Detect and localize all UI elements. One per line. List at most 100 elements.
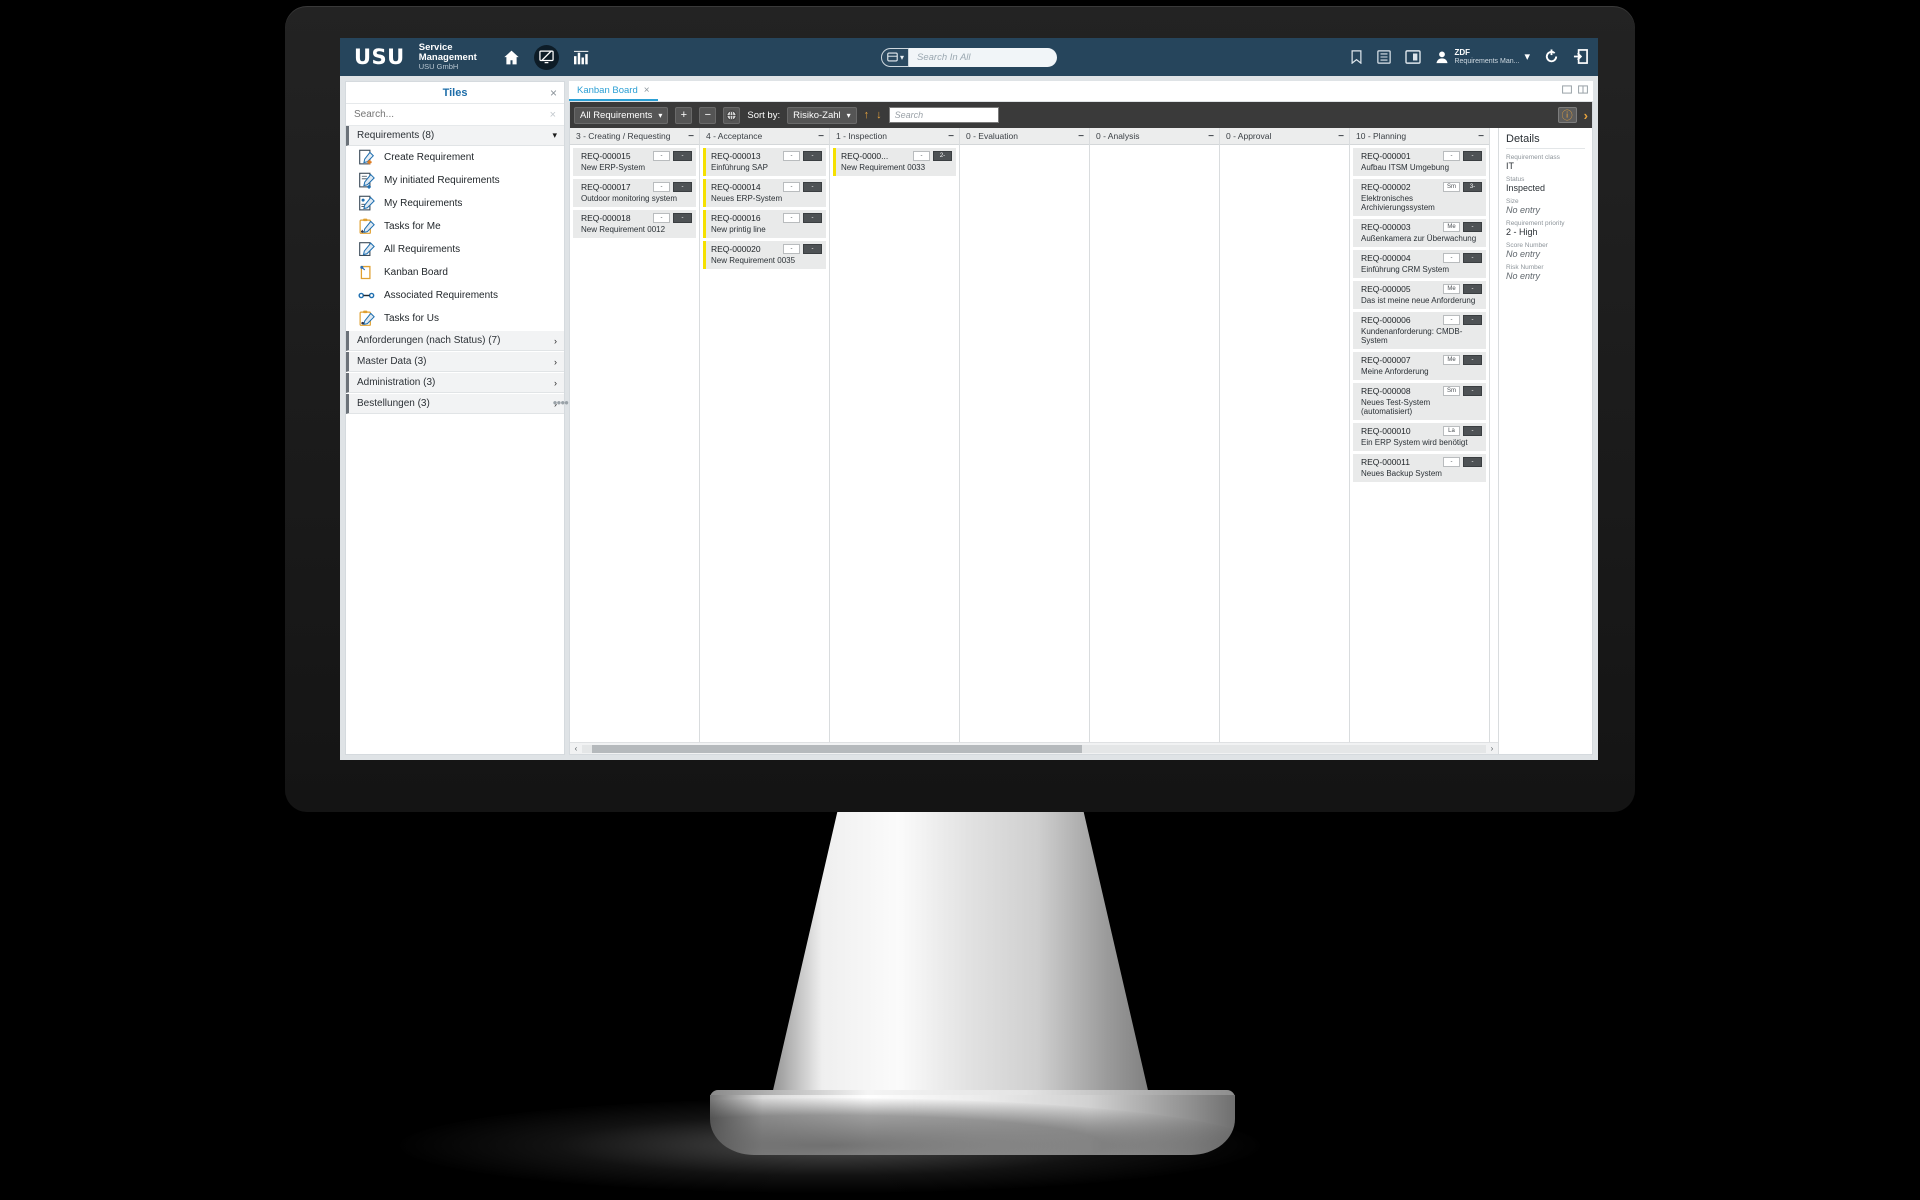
sidebar-group-1[interactable]: Anforderungen (nach Status) (7) › xyxy=(346,331,564,351)
sidebar-item-my-initiated-requirements[interactable]: My initiated Requirements xyxy=(346,169,564,192)
id-card-icon[interactable] xyxy=(1405,50,1422,64)
tasks-for-me-icon xyxy=(358,218,375,235)
kanban-card[interactable]: REQ-000016 - - New printig line xyxy=(703,210,826,238)
tiles-search: × xyxy=(346,104,564,126)
kanban-card[interactable]: REQ-000002 Sm 3- Elektronisches Archivierun… xyxy=(1353,179,1486,216)
list-icon[interactable] xyxy=(1377,50,1392,64)
sort-ascending-icon[interactable]: ↑ xyxy=(864,109,870,121)
filter-select[interactable]: All Requirements ▾ xyxy=(574,106,669,124)
kanban-card[interactable]: REQ-000006- - Kundenanforderung: CMDB-Syst… xyxy=(1353,312,1486,349)
add-button[interactable]: + xyxy=(675,106,693,124)
scrollbar-thumb[interactable] xyxy=(592,744,1082,753)
kanban-column: 0 - Analysis − xyxy=(1090,128,1220,742)
usu-logo[interactable]: USU xyxy=(354,45,405,69)
bookmark-icon[interactable] xyxy=(1350,50,1363,64)
card-title: Außenkamera zur Überwachung xyxy=(1361,234,1477,243)
kanban-card[interactable]: REQ-000005 Me - Das ist meine neue Anforder… xyxy=(1353,281,1486,309)
collapse-column-icon[interactable]: − xyxy=(1338,131,1344,142)
sidebar-item-my-requirements[interactable]: My Requirements xyxy=(346,192,564,215)
kanban-column: 0 - Approval − xyxy=(1220,128,1350,742)
sidebar-item-tasks-for-me[interactable]: Tasks for Me xyxy=(346,215,564,238)
card-badge-size: Me xyxy=(1443,355,1460,365)
detail-value: No entry xyxy=(1506,249,1541,259)
card-id: REQ-000005 xyxy=(1361,284,1411,294)
kanban-card[interactable]: REQ-000020- - New Requirement 0035 xyxy=(703,241,826,269)
detail-label: Score Number xyxy=(1506,242,1548,249)
board-search-input[interactable] xyxy=(888,107,999,123)
card-header: REQ-000014 - - xyxy=(706,179,826,194)
sidebar-item-label: Kanban Board xyxy=(384,267,448,278)
kanban-column: 10 - Planning − REQ-000001- - Aufbau ITSM Um… xyxy=(1350,128,1490,742)
kanban-card[interactable]: REQ-000003 Me - Außenkamera zur Überwachung xyxy=(1353,219,1486,247)
remove-button[interactable]: − xyxy=(699,106,717,124)
kanban-card[interactable]: REQ-000018- - New Requirement 0012 xyxy=(573,210,696,238)
panel-resize-handle[interactable]: ●●●● xyxy=(553,398,569,407)
kanban-card[interactable]: REQ-000001 - - Aufbau ITSM Umgebung xyxy=(1353,148,1486,176)
sidebar-item-all-requirements[interactable]: All Requirements xyxy=(346,238,564,261)
scrollbar-track[interactable] xyxy=(582,744,1486,753)
collapse-column-icon[interactable]: − xyxy=(1208,131,1214,142)
home-icon[interactable] xyxy=(503,50,520,65)
logout-icon[interactable] xyxy=(1573,49,1588,65)
restore-window-icon[interactable] xyxy=(1562,81,1572,99)
sidebar-item-label: My Requirements xyxy=(384,198,463,209)
collapse-column-icon[interactable]: − xyxy=(688,131,694,142)
sidebar-item-create-requirement[interactable]: Create Requirement xyxy=(346,146,564,169)
scroll-right-icon[interactable]: › xyxy=(1486,744,1498,753)
split-view-icon[interactable] xyxy=(1578,81,1588,99)
card-badge-size: - xyxy=(913,151,930,161)
kanban-card[interactable]: REQ-000015- - New ERP-System xyxy=(573,148,696,176)
card-badge-size: - xyxy=(783,151,800,161)
tasks-for-us-icon xyxy=(358,310,375,327)
bar-chart-icon[interactable] xyxy=(573,50,590,65)
close-icon[interactable]: × xyxy=(644,85,650,96)
monitor-edit-icon[interactable] xyxy=(533,44,559,70)
column-title: 0 - Evaluation xyxy=(966,131,1018,141)
collapse-column-icon[interactable]: − xyxy=(948,131,954,142)
card-badges: Me - xyxy=(1443,355,1482,365)
sort-select[interactable]: Risiko-Zahl ▾ xyxy=(787,106,857,124)
kanban-card[interactable]: REQ-000014- - Neues ERP-System xyxy=(703,179,826,207)
kanban-card[interactable]: REQ-000010 La - Ein ERP System wird benötig… xyxy=(1353,423,1486,451)
tab-kanban-board[interactable]: Kanban Board × xyxy=(569,85,658,101)
sidebar-group-2[interactable]: Master Data (3) › xyxy=(346,352,564,372)
refresh-icon[interactable] xyxy=(1544,49,1559,64)
globe-icon[interactable] xyxy=(723,106,741,124)
kanban-card[interactable]: REQ-000004 - - Einführung CRM System xyxy=(1353,250,1486,278)
screen-content: USU Service Management USU GmbH ▾ Search… xyxy=(340,38,1598,760)
search-scope-selector[interactable]: ▾ xyxy=(880,47,910,67)
card-id: REQ-000008 xyxy=(1361,386,1411,396)
column-header: 0 - Approval − xyxy=(1220,128,1349,145)
sidebar-group-4[interactable]: Bestellungen (3) › xyxy=(346,394,564,414)
sort-descending-icon[interactable]: ↓ xyxy=(876,109,882,121)
user-role: Requirements Man... xyxy=(1454,57,1520,65)
collapse-column-icon[interactable]: − xyxy=(818,131,824,142)
collapse-column-icon[interactable]: − xyxy=(1078,131,1084,142)
kanban-card[interactable]: REQ-000008 Sm - Neues Test-System (automati… xyxy=(1353,383,1486,420)
clear-icon[interactable]: × xyxy=(550,109,556,121)
kanban-card[interactable]: REQ-0000... -2- New Requirement 0033 xyxy=(833,148,956,176)
kanban-card[interactable]: REQ-000017 - - Outdoor monitoring system xyxy=(573,179,696,207)
global-search-input[interactable] xyxy=(909,47,1058,67)
user-menu[interactable]: ZDF Requirements Man... ▾ xyxy=(1435,48,1530,65)
expand-panel-icon[interactable]: › xyxy=(1584,108,1588,123)
kanban-card[interactable]: REQ-000011- - Neues Backup System xyxy=(1353,454,1486,482)
kanban-card[interactable]: REQ-000007 Me - Meine Anforderung xyxy=(1353,352,1486,380)
collapse-column-icon[interactable]: − xyxy=(1478,131,1484,142)
tiles-search-input[interactable] xyxy=(354,109,556,120)
all-requirements-icon xyxy=(358,241,375,258)
card-badges: -- xyxy=(1443,253,1482,263)
card-badge-size: - xyxy=(783,213,800,223)
close-icon[interactable]: × xyxy=(550,86,557,100)
chevron-down-icon: ▾ xyxy=(552,130,557,140)
sidebar-item-tasks-for-us[interactable]: Tasks for Us xyxy=(346,307,564,330)
warning-icon[interactable]: ⓘ xyxy=(1557,107,1577,123)
horizontal-scrollbar[interactable]: ‹ › xyxy=(570,742,1498,754)
sidebar-item-kanban-board[interactable]: Kanban Board xyxy=(346,261,564,284)
sidebar-item-associated-requirements[interactable]: Associated Requirements xyxy=(346,284,564,307)
sidebar-group-3[interactable]: Administration (3) › xyxy=(346,373,564,393)
sidebar-group-requirements[interactable]: Requirements (8) ▾ xyxy=(346,126,564,146)
card-header: REQ-000020 - - xyxy=(706,241,826,256)
kanban-card[interactable]: REQ-000013 - - Einführung SAP xyxy=(703,148,826,176)
scroll-left-icon[interactable]: ‹ xyxy=(570,744,582,753)
